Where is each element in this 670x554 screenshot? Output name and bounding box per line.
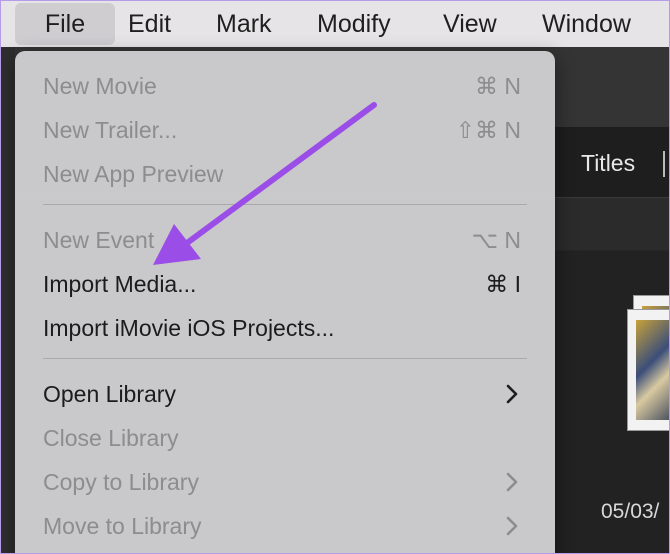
thumbnail-image — [636, 320, 669, 420]
menu-mark[interactable]: Mark — [216, 1, 272, 47]
tab-titles[interactable]: Titles — [581, 150, 635, 177]
chevron-right-icon — [506, 472, 518, 492]
menu-separator — [43, 358, 527, 359]
menu-item-copy-to-library[interactable]: Copy to Library — [15, 463, 555, 503]
menu-item-import-media[interactable]: Import Media... ⌘ I — [15, 265, 555, 305]
menu-window[interactable]: Window — [542, 1, 631, 47]
menu-item-new-app-preview[interactable]: New App Preview — [15, 155, 555, 195]
event-date: 05/03/ — [601, 500, 660, 523]
chevron-right-icon — [506, 384, 518, 404]
file-menu: New Movie ⌘ N New Trailer... ⇧⌘ N New Ap… — [15, 51, 555, 553]
event-thumbnail-stack[interactable] — [623, 295, 669, 445]
menu-item-label: Move to Library — [43, 513, 202, 539]
menu-item-close-library[interactable]: Close Library — [15, 419, 555, 459]
sidebar-edge — [1, 47, 15, 553]
menu-item-new-movie[interactable]: New Movie ⌘ N — [15, 67, 555, 107]
menu-view[interactable]: View — [443, 1, 497, 47]
menu-bar: File Edit Mark Modify View Window — [1, 1, 669, 47]
menu-item-label: Close Library — [43, 425, 179, 451]
menu-item-shortcut: ⌘ I — [485, 271, 521, 297]
menu-item-label: New Trailer... — [43, 117, 178, 143]
tab-separator — [663, 151, 665, 177]
menu-item-shortcut: ⇧⌘ N — [455, 117, 521, 143]
menu-item-open-library[interactable]: Open Library — [15, 375, 555, 415]
menu-item-label: New Event — [43, 227, 155, 253]
menu-modify[interactable]: Modify — [317, 1, 391, 47]
menu-item-label: New Movie — [43, 73, 157, 99]
menu-item-label: Copy to Library — [43, 469, 199, 495]
menu-item-new-event[interactable]: New Event ⌥ N — [15, 221, 555, 261]
menu-item-shortcut: ⌥ N — [471, 227, 521, 253]
menu-separator — [43, 204, 527, 205]
menu-item-import-imovie-ios-projects[interactable]: Import iMovie iOS Projects... — [15, 309, 555, 349]
menu-file[interactable]: File — [15, 3, 115, 45]
menu-item-label: New App Preview — [43, 161, 224, 187]
menu-item-label: Open Library — [43, 381, 176, 407]
menu-item-new-trailer[interactable]: New Trailer... ⇧⌘ N — [15, 111, 555, 151]
menu-edit[interactable]: Edit — [128, 1, 171, 47]
thumbnail-card — [627, 309, 669, 431]
menu-item-label: Import iMovie iOS Projects... — [43, 315, 335, 341]
menu-item-move-to-library[interactable]: Move to Library — [15, 507, 555, 547]
chevron-right-icon — [506, 516, 518, 536]
menu-item-label: Import Media... — [43, 271, 197, 297]
menu-item-shortcut: ⌘ N — [475, 73, 521, 99]
screenshot-frame: Titles 05/03/ File Edit Mark Modify View… — [0, 0, 670, 554]
